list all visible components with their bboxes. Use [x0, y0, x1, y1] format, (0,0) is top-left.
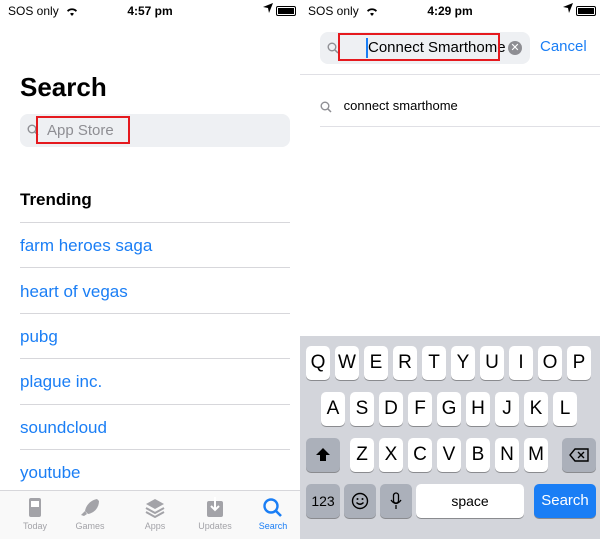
divider — [20, 222, 290, 223]
suggestion-text: connect smarthome — [343, 98, 458, 113]
key-b[interactable]: B — [466, 438, 490, 472]
key-v[interactable]: V — [437, 438, 461, 472]
trending-heading: Trending — [20, 190, 92, 209]
keyboard: Q W E R T Y U I O P A S D F G H J K L Z … — [300, 336, 600, 539]
trending-item[interactable]: heart of vegas — [20, 282, 128, 302]
key-c[interactable]: C — [408, 438, 432, 472]
tab-apps[interactable]: Apps — [125, 495, 185, 531]
trending-item[interactable]: soundcloud — [20, 418, 107, 438]
numbers-key[interactable]: 123 — [306, 484, 340, 518]
key-q[interactable]: Q — [306, 346, 330, 380]
cancel-button[interactable]: Cancel — [540, 38, 587, 55]
space-key[interactable]: space — [416, 484, 524, 518]
divider — [20, 267, 290, 268]
divider — [300, 74, 600, 75]
key-l[interactable]: L — [553, 392, 577, 426]
key-d[interactable]: D — [379, 392, 403, 426]
today-icon — [29, 498, 41, 517]
emoji-key[interactable] — [344, 484, 376, 518]
trending-item[interactable]: pubg — [20, 327, 58, 347]
key-y[interactable]: Y — [451, 346, 475, 380]
tab-updates[interactable]: Updates — [185, 495, 245, 531]
tab-label: Games — [75, 521, 105, 531]
battery-icon — [276, 6, 296, 16]
search-suggestion[interactable]: connect smarthome — [320, 98, 458, 113]
search-typing-screen: SOS only 4:29 pm Connect Smarthome ✕ Can… — [300, 0, 600, 539]
key-z[interactable]: Z — [350, 438, 374, 472]
trending-item[interactable]: plague inc. — [20, 372, 102, 392]
key-j[interactable]: J — [495, 392, 519, 426]
key-s[interactable]: S — [350, 392, 374, 426]
divider — [20, 358, 290, 359]
rocket-icon — [81, 499, 99, 516]
key-h[interactable]: H — [466, 392, 490, 426]
dictation-key[interactable] — [380, 484, 412, 518]
shift-key[interactable] — [306, 438, 340, 472]
divider — [20, 404, 290, 405]
tab-bar: Today Games Apps Updates Search — [0, 490, 300, 539]
key-f[interactable]: F — [408, 392, 432, 426]
page-title: Search — [20, 72, 107, 102]
tab-label: Updates — [198, 521, 232, 531]
key-u[interactable]: U — [480, 346, 504, 380]
layers-icon — [145, 499, 165, 519]
key-r[interactable]: R — [393, 346, 417, 380]
tab-label: Apps — [144, 521, 166, 531]
download-icon — [207, 497, 223, 517]
clock: 4:29 pm — [427, 4, 473, 18]
search-icon — [263, 498, 282, 517]
key-x[interactable]: X — [379, 438, 403, 472]
tab-search[interactable]: Search — [243, 495, 300, 531]
status-bar: SOS only 4:29 pm — [300, 0, 600, 20]
key-w[interactable]: W — [335, 346, 359, 380]
app-store-search-screen: SOS only 4:57 pm Search App Store Trendi… — [0, 0, 300, 539]
tab-games[interactable]: Games — [60, 495, 120, 531]
battery-icon — [576, 6, 596, 16]
emoji-icon — [351, 492, 369, 510]
location-icon — [563, 3, 573, 13]
clock: 4:57 pm — [127, 4, 173, 18]
highlight-box — [338, 33, 500, 61]
key-i[interactable]: I — [509, 346, 533, 380]
clear-icon[interactable]: ✕ — [508, 41, 522, 55]
shift-icon — [316, 448, 330, 461]
key-o[interactable]: O — [538, 346, 562, 380]
backspace-icon — [569, 448, 589, 462]
key-a[interactable]: A — [321, 392, 345, 426]
key-p[interactable]: P — [567, 346, 591, 380]
key-t[interactable]: T — [422, 346, 446, 380]
key-n[interactable]: N — [495, 438, 519, 472]
divider — [20, 449, 290, 450]
divider — [20, 313, 290, 314]
trending-item[interactable]: youtube — [20, 463, 81, 483]
tab-label: Search — [258, 521, 288, 531]
key-e[interactable]: E — [364, 346, 388, 380]
location-icon — [263, 3, 273, 13]
backspace-key[interactable] — [562, 438, 596, 472]
search-key[interactable]: Search — [534, 484, 596, 518]
microphone-icon — [390, 492, 402, 509]
key-m[interactable]: M — [524, 438, 548, 472]
tab-label: Today — [22, 521, 48, 531]
status-bar: SOS only 4:57 pm — [0, 0, 300, 20]
search-icon — [320, 101, 332, 113]
tab-today[interactable]: Today — [5, 495, 65, 531]
key-g[interactable]: G — [437, 392, 461, 426]
divider — [320, 126, 600, 127]
key-k[interactable]: K — [524, 392, 548, 426]
highlight-box — [36, 116, 130, 144]
trending-item[interactable]: farm heroes saga — [20, 236, 152, 256]
